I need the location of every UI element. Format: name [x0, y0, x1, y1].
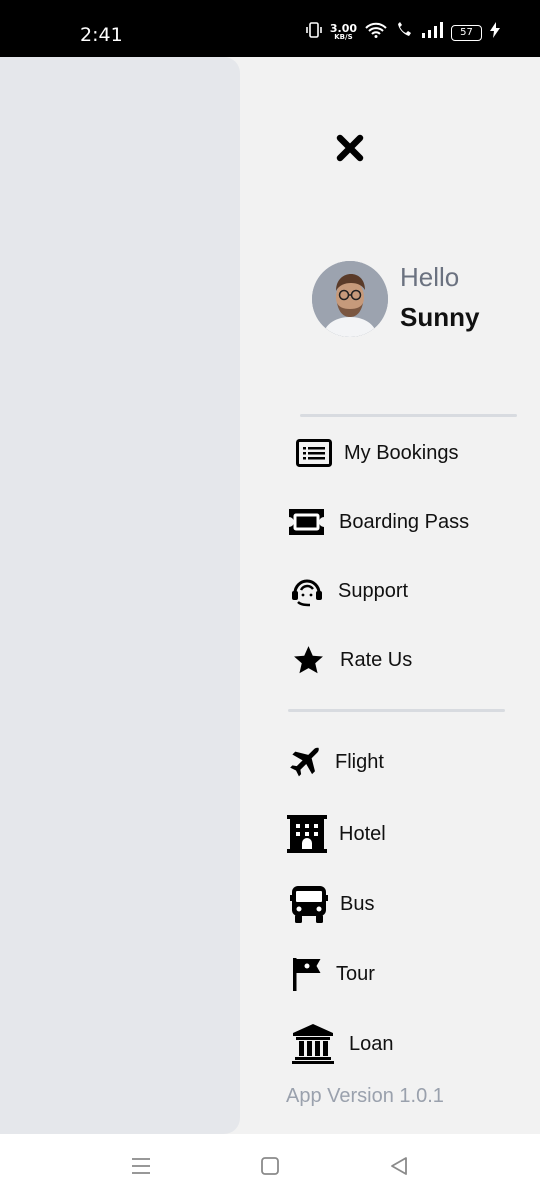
menu-item-support-label: Support [338, 579, 409, 602]
wifi-icon [365, 22, 387, 43]
divider-top [300, 414, 517, 417]
close-icon [335, 133, 365, 168]
flag-icon [292, 957, 322, 991]
menu-item-bus-label: Bus [340, 892, 375, 915]
divider-middle [288, 709, 505, 712]
background-scrim-panel[interactable] [0, 57, 240, 1134]
app-version: App Version 1.0.1 [286, 1085, 444, 1107]
home-button[interactable] [258, 1156, 282, 1180]
menu-item-tour-label: Tour [336, 962, 375, 985]
status-time: 2:41 [80, 24, 123, 46]
menu-item-rate-us-label: Rate Us [340, 649, 413, 671]
ticket-icon [286, 507, 327, 537]
back-button[interactable] [387, 1156, 411, 1180]
headset-icon [290, 575, 324, 607]
menu-item-rate-us[interactable]: Rate Us [292, 644, 412, 677]
recents-button[interactable] [129, 1156, 153, 1180]
menu-item-hotel[interactable]: Hotel [287, 815, 386, 853]
back-triangle-icon [389, 1156, 409, 1181]
menu-item-flight[interactable]: Flight [288, 745, 384, 780]
avatar[interactable] [312, 261, 388, 337]
call-icon [395, 22, 413, 43]
menu-item-flight-label: Flight [335, 751, 384, 773]
status-bar: 2:41 3.00 KB/S 57 [0, 0, 540, 57]
hotel-icon [287, 815, 327, 853]
network-speed-unit: KB/S [334, 32, 353, 41]
menu-item-hotel-label: Hotel [339, 822, 386, 845]
bank-icon [291, 1024, 335, 1064]
menu-item-loan-label: Loan [349, 1032, 394, 1055]
menu-item-boarding-pass[interactable]: Boarding Pass [286, 507, 469, 537]
menu-item-bus[interactable]: Bus [290, 884, 374, 924]
signal-icon [421, 22, 443, 43]
close-button[interactable] [333, 133, 367, 167]
status-icons: 3.00 KB/S 57 [306, 22, 500, 43]
menu-item-support[interactable]: Support [290, 575, 408, 607]
star-icon [292, 644, 325, 677]
network-speed-value: 3.00 [329, 21, 357, 35]
menu-item-my-bookings[interactable]: My Bookings [296, 439, 459, 467]
square-icon [260, 1156, 280, 1181]
vibrate-icon [306, 22, 322, 43]
menu-item-my-bookings-label: My Bookings [344, 441, 459, 464]
menu-item-tour[interactable]: Tour [292, 957, 375, 991]
charging-icon [490, 22, 500, 43]
plane-icon [288, 745, 323, 780]
menu-item-loan[interactable]: Loan [291, 1024, 394, 1064]
menu-item-boarding-pass-label: Boarding Pass [339, 510, 470, 533]
greeting-text: Hello [400, 262, 460, 292]
battery-indicator: 57 [451, 24, 482, 41]
network-speed: 3.00 KB/S [329, 21, 357, 42]
menu-lines-icon [130, 1156, 152, 1181]
bus-icon [290, 884, 328, 924]
system-nav-bar [0, 1134, 540, 1200]
list-icon [296, 439, 332, 467]
user-name: Sunny [400, 302, 480, 332]
